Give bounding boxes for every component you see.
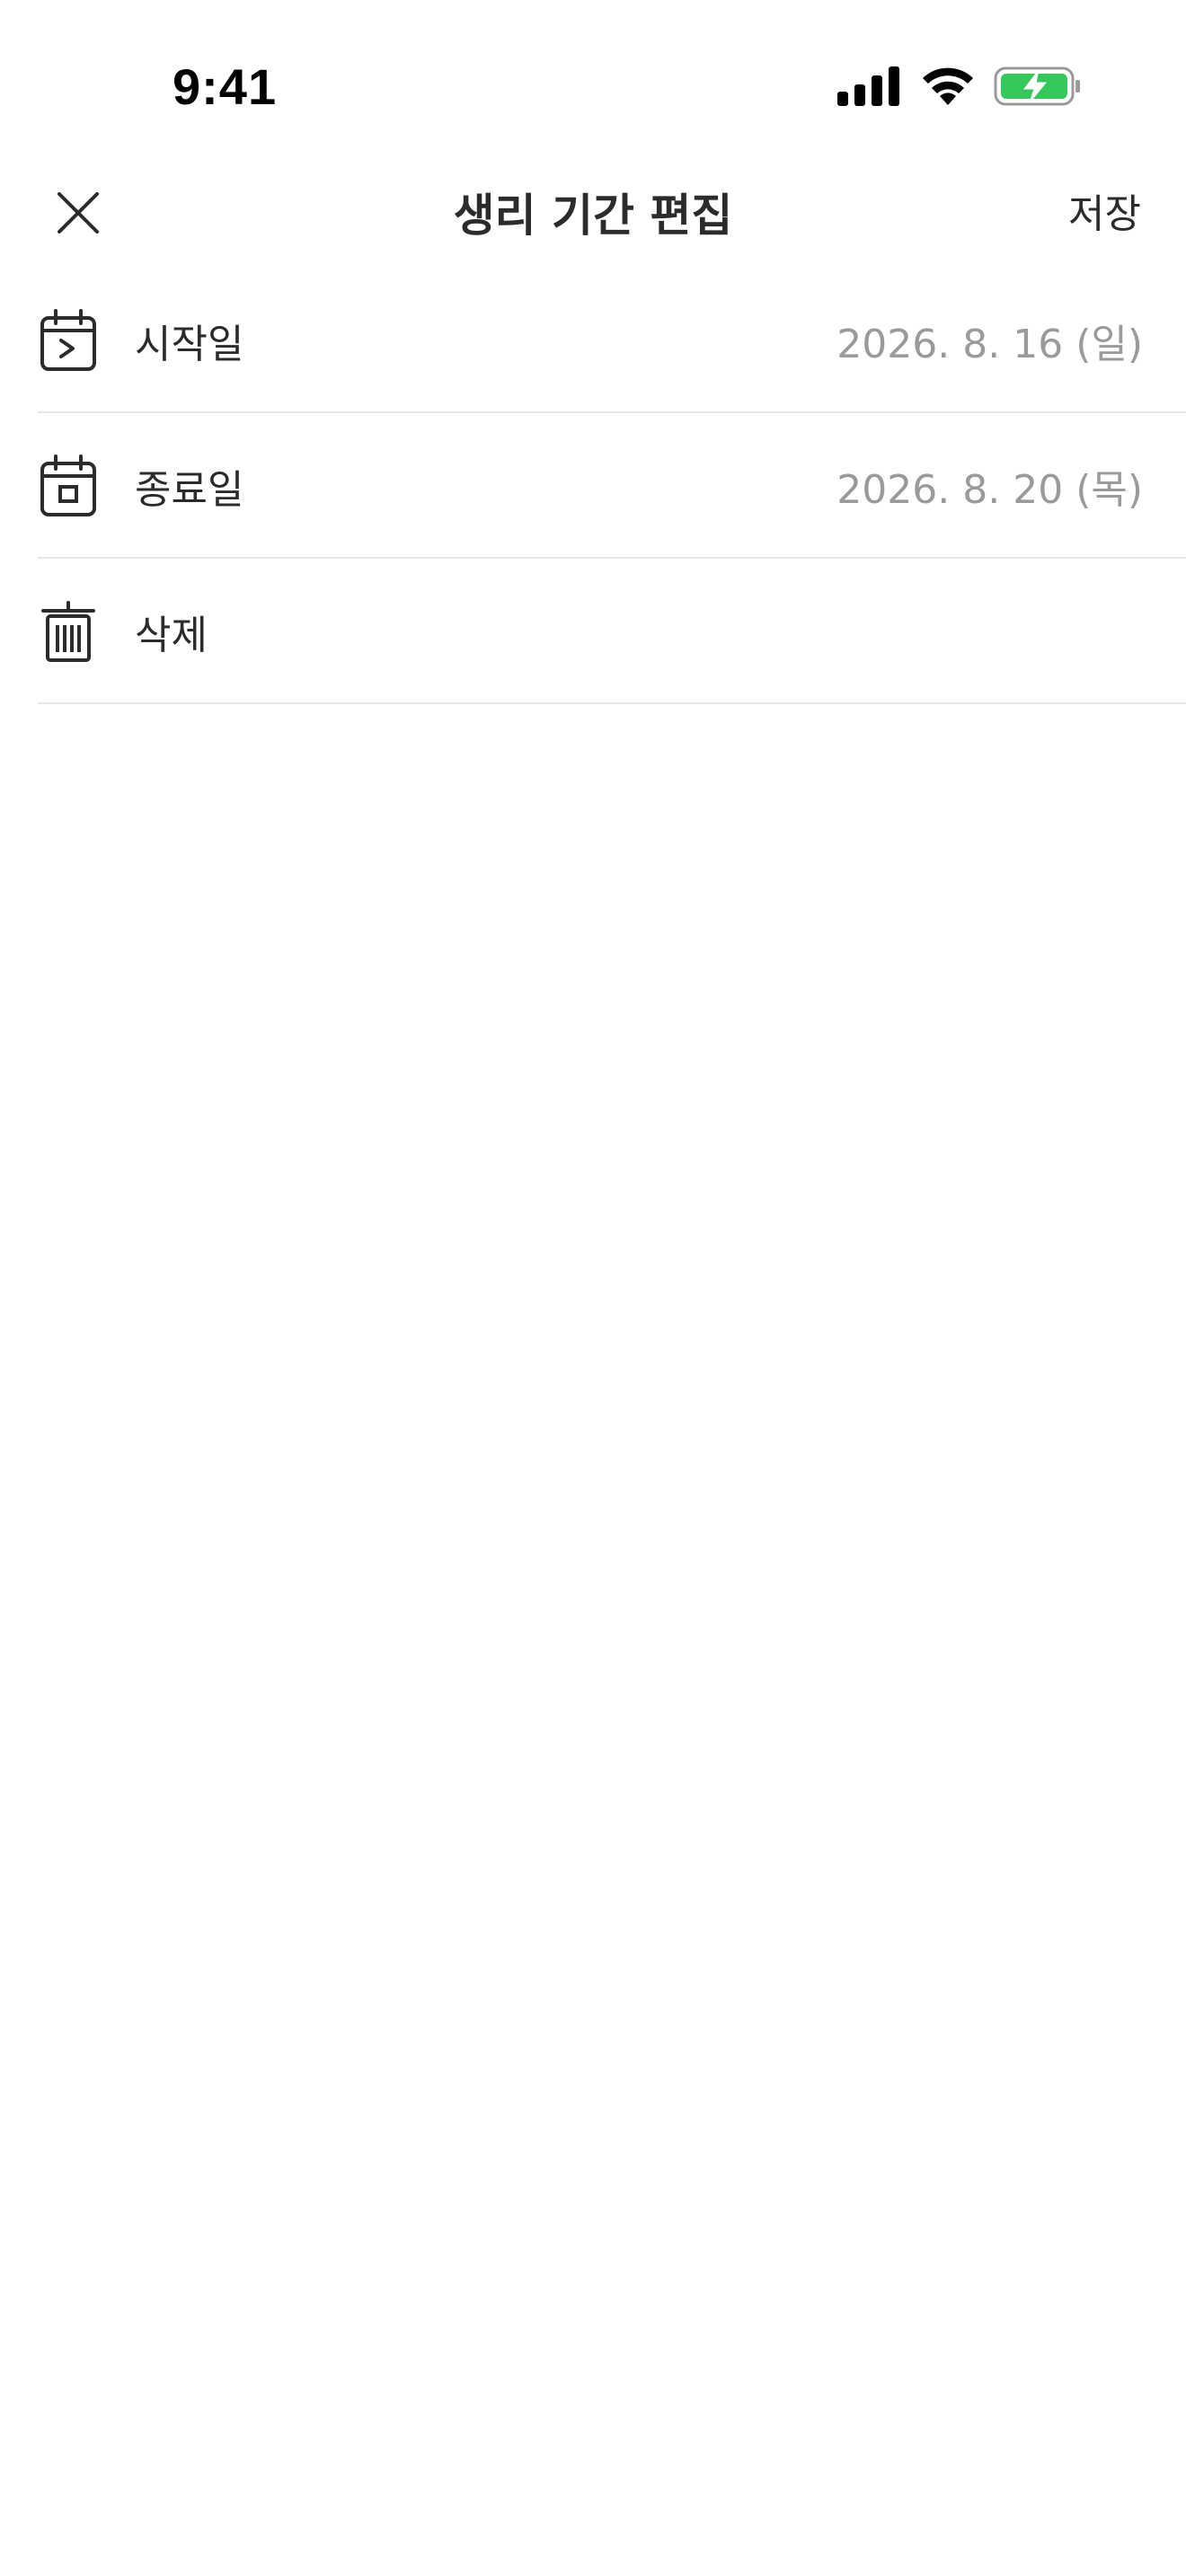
status-icons bbox=[837, 65, 1082, 108]
screen: 9:41 생리 기간 편집 저장 시작일 2026. 8. 16 (일) 종료일… bbox=[0, 0, 1186, 2576]
end-date-row[interactable]: 종료일 2026. 8. 20 (목) bbox=[0, 413, 1186, 559]
trash-icon bbox=[36, 599, 101, 664]
start-date-value: 2026. 8. 16 (일) bbox=[836, 322, 1143, 367]
end-date-label: 종료일 bbox=[135, 467, 244, 513]
start-date-label: 시작일 bbox=[135, 322, 244, 367]
calendar-start-icon bbox=[36, 308, 101, 373]
status-time: 9:41 bbox=[173, 58, 278, 115]
nav-bar: 생리 기간 편집 저장 bbox=[0, 153, 1186, 266]
delete-label: 삭제 bbox=[135, 613, 208, 658]
calendar-end-icon bbox=[36, 454, 101, 518]
start-date-row[interactable]: 시작일 2026. 8. 16 (일) bbox=[0, 268, 1186, 413]
page-title: 생리 기간 편집 bbox=[453, 190, 733, 242]
end-date-value: 2026. 8. 20 (목) bbox=[836, 467, 1143, 513]
wifi-icon bbox=[923, 67, 973, 105]
cellular-signal-icon bbox=[837, 66, 899, 106]
battery-charging-icon bbox=[994, 66, 1080, 106]
delete-row[interactable]: 삭제 bbox=[0, 559, 1186, 704]
status-bar: 9:41 bbox=[0, 0, 1186, 153]
save-button[interactable]: 저장 bbox=[1068, 181, 1141, 239]
settings-list: 시작일 2026. 8. 16 (일) 종료일 2026. 8. 20 (목) bbox=[0, 268, 1186, 704]
